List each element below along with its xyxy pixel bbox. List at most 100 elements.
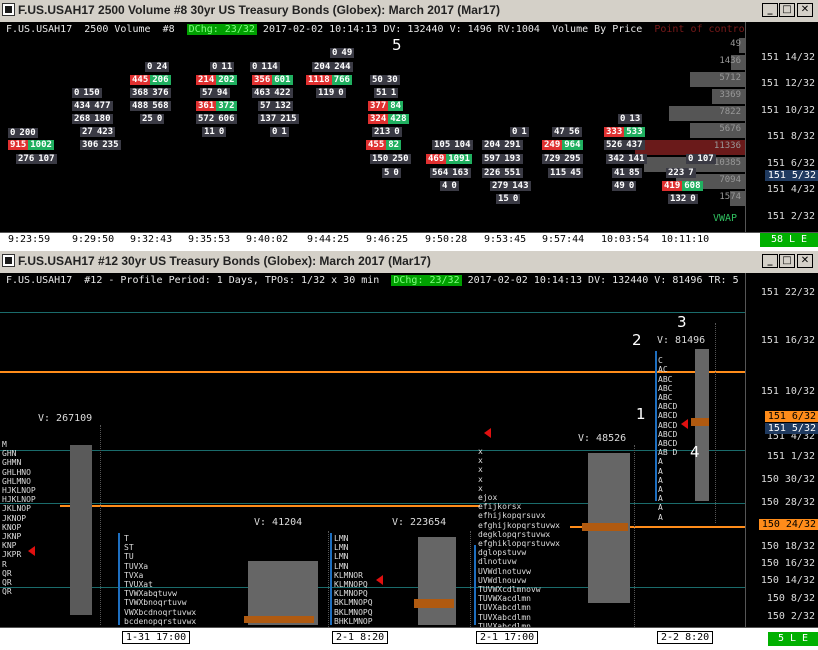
bid-volume: 15 [496, 194, 511, 204]
profile-4[interactable]: V: 48526 x x x x x ejox efijkorsx efhijk… [474, 428, 635, 627]
profile-volume-label: V: 223654 [392, 517, 447, 528]
footprint-cell: 132 0 [668, 186, 698, 205]
app-icon [2, 3, 15, 16]
minimize-icon[interactable]: _ [762, 254, 778, 268]
current-price-arrow [376, 575, 383, 585]
dchg-badge: DChg: 23/32 [391, 275, 462, 286]
price-tick: 151 10/32 [760, 386, 815, 397]
price-tick: 151 4/32 [766, 184, 815, 195]
tpo-letters: LMN LMN LMN LMN KLMNOR KLMNOPQ KLMNOPQ B… [334, 534, 373, 627]
time-label: 2-1 17:00 [476, 631, 539, 644]
footprint-cell: 115 45 [548, 160, 584, 179]
volume-histogram-bar [70, 445, 92, 615]
profile-volume-label: V: 267109 [38, 413, 93, 424]
bid-volume: 49 [612, 181, 627, 191]
time-label: 2-1 8:20 [332, 631, 389, 644]
minimize-icon[interactable]: _ [762, 3, 778, 17]
current-price-arrow [484, 428, 491, 438]
price-tick: 151 8/32 [766, 131, 815, 142]
ask-volume: 0 [449, 181, 459, 191]
status-indicator: 5 L E [768, 632, 818, 646]
price-tick: 150 2/32 [766, 611, 815, 622]
ask-volume: 0 [216, 127, 227, 137]
bid-volume: 306 [80, 140, 101, 150]
profile-volume-label: V: 41204 [254, 517, 303, 528]
top-price-axis[interactable]: 151 14/32 151 12/32 151 10/32 151 8/32 1… [745, 22, 818, 232]
close-icon[interactable]: ✕ [797, 254, 813, 268]
price-tick: 151 6/32 [766, 158, 815, 169]
price-tag-orange-poc: 150 24/32 [758, 519, 818, 530]
poc-bar [691, 418, 709, 426]
tr: TR: 5 [708, 275, 739, 286]
ask-volume: 0 [336, 88, 346, 98]
time-label: 9:53:45 [484, 234, 527, 245]
reference-line [0, 312, 745, 313]
ask-volume: 1 [279, 127, 289, 137]
time-label: 9:50:28 [425, 234, 468, 245]
time-label: 10:03:54 [601, 234, 650, 245]
time-label: 10:11:10 [661, 234, 710, 245]
top-time-axis[interactable]: 9:23:59 9:29:50 9:32:43 9:35:53 9:40:02 … [0, 232, 818, 247]
price-tick: 150 30/32 [760, 474, 815, 485]
footprint-cell: 25 0 [140, 106, 165, 125]
price-tick: 151 2/32 [766, 211, 815, 222]
time-label: 9:57:44 [542, 234, 585, 245]
bid-volume: 5 [382, 168, 392, 178]
profile-volume-label: V: 81496 [657, 335, 706, 346]
current-price-arrow [28, 546, 35, 556]
bottom-chart[interactable]: F.US.USAH17 #12 - Profile Period: 1 Days… [0, 273, 818, 627]
maximize-icon[interactable]: □ [779, 254, 795, 268]
top-window-title: F.US.USAH17 2500 Volume #8 30yr US Treas… [18, 3, 500, 17]
time-label: 9:29:50 [72, 234, 115, 245]
price-tag-dark: 151 5/32 [764, 423, 818, 434]
footprint-cells: 0 200 915 1002 276 107 0 150 434 477 268 180 27 423 30… [0, 22, 745, 232]
tpo-letters: T ST TU TUVXa TVXa TVUXat TVWXabqtuvw TV… [124, 534, 206, 627]
profile-5[interactable]: V: 81496 C AC ABC ABC ABC ABCD ABCD ABCD… [655, 323, 716, 523]
time-label: 9:44:25 [307, 234, 350, 245]
ask-volume: 235 [100, 140, 121, 150]
price-tick: 151 10/32 [760, 105, 815, 116]
bid-volume: 119 [316, 88, 337, 98]
ask-volume: 107 [36, 154, 57, 164]
profile-3[interactable]: V: 223654 LMN LMN LMN LMN KLMNOR KLMNOPQ… [330, 517, 471, 627]
ask-volume: 0 [391, 168, 401, 178]
profile-volume-label: V: 48526 [578, 433, 627, 444]
time-label: 9:23:59 [8, 234, 51, 245]
maximize-icon[interactable]: □ [779, 3, 795, 17]
price-tick: 151 22/32 [760, 287, 815, 298]
time-label: 9:40:02 [246, 234, 289, 245]
close-icon[interactable]: ✕ [797, 3, 813, 17]
bottom-window-titlebar[interactable]: F.US.USAH17 #12 30yr US Treasury Bonds (… [0, 251, 818, 271]
footprint-cell: 119 0 [316, 80, 346, 99]
ask-volume: 0 [510, 194, 521, 204]
bid-volume: 276 [16, 154, 37, 164]
top-window-titlebar[interactable]: F.US.USAH17 2500 Volume #8 30yr US Treas… [0, 0, 818, 20]
last-price-tag: 151 5/32 [764, 170, 818, 181]
footprint-cell: 40 [440, 173, 459, 192]
bottom-price-axis[interactable]: 151 22/32 151 16/32 151 10/32 151 4/32 1… [745, 273, 818, 627]
profile-1[interactable]: V: 267109 M GHN GHMN GHLHNO GHLMNO HJKLN… [0, 413, 101, 625]
tpo-letters: C AC ABC ABC ABC ABCD ABCD ABCD ABCD ABC… [658, 356, 678, 522]
bid-volume: 132 [668, 194, 689, 204]
poc-line-day1 [60, 505, 480, 507]
annotation-4: 4 [690, 443, 700, 461]
chart-number: #12 [84, 275, 103, 286]
footprint-cell: 306 235 [80, 132, 121, 151]
top-chart[interactable]: F.US.USAH17 2500 Volume #8 DChg: 23/32 2… [0, 22, 818, 232]
top-window: F.US.USAH17 2500 Volume #8 30yr US Treas… [0, 0, 818, 247]
poc-bar [414, 599, 454, 608]
value-area-line [655, 351, 657, 501]
value-area-line [330, 533, 332, 625]
high-reference-line [0, 371, 745, 373]
time-label: 2-2 8:20 [657, 631, 714, 644]
daily-volume: DV: 132440 [588, 275, 649, 286]
profile-2[interactable]: V: 41204 T ST TU TUVXa TVXa TVUXat TVWXa… [118, 517, 329, 627]
value-area-line [474, 545, 476, 625]
volume: V: 81496 [654, 275, 703, 286]
bottom-window-title: F.US.USAH17 #12 30yr US Treasury Bonds (… [18, 254, 431, 268]
poc-bar [582, 523, 628, 531]
volume-histogram-bar [418, 537, 456, 625]
bottom-time-axis[interactable]: 1-31 17:00 2-1 8:20 2-1 17:00 2-2 8:20 5… [0, 627, 818, 650]
annotation-1: 1 [636, 405, 646, 423]
annotation-5: 5 [392, 36, 402, 54]
